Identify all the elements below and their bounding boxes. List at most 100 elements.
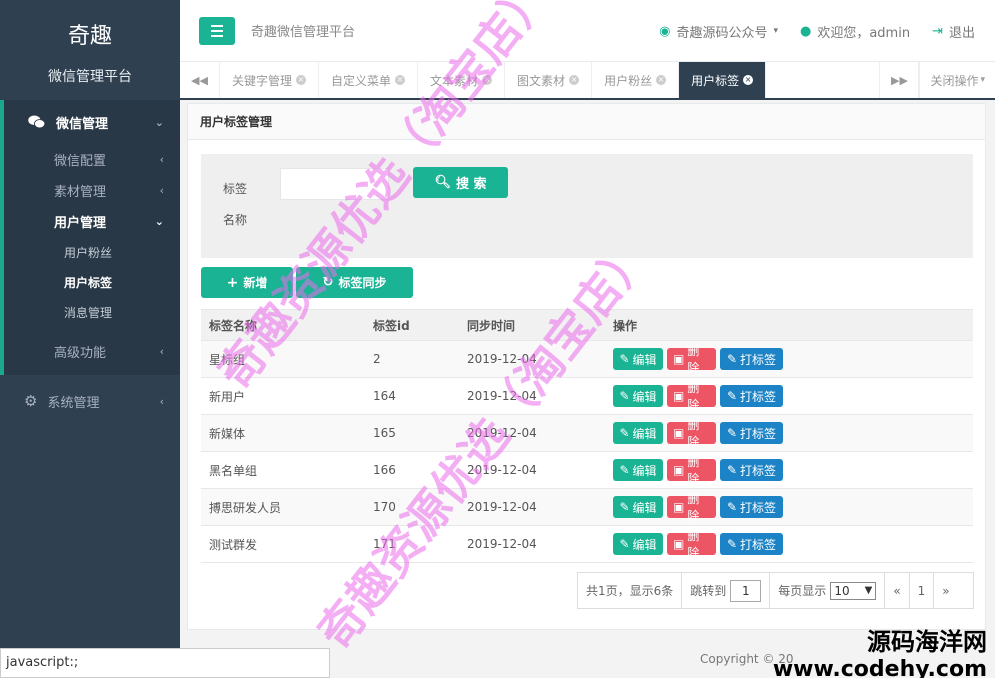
tag-user-button[interactable]: ✎ 打标签 bbox=[720, 422, 783, 444]
top-right-actions: ◉ 奇趣源码公众号 ▾ ● 欢迎您，admin ⇥ 退出 bbox=[659, 0, 975, 62]
column-header: 操作 bbox=[605, 309, 973, 341]
column-header[interactable]: 同步时间 bbox=[459, 309, 605, 341]
delete-button[interactable]: ▣ 删除 bbox=[667, 529, 716, 560]
edit-button[interactable]: ✎ 编辑 bbox=[613, 459, 663, 481]
tab-custom-menu[interactable]: 自定义菜单 × bbox=[319, 62, 419, 98]
official-account-dropdown[interactable]: ◉ 奇趣源码公众号 ▾ bbox=[659, 22, 778, 41]
column-header[interactable]: 标签id bbox=[365, 309, 459, 341]
table-body: 星标组 2 2019-12-04 ✎ 编辑 ▣ 删除 ✎ 打标签 新用户 164 2019-12-04… bbox=[201, 340, 973, 563]
chevron-left-icon: ‹ bbox=[159, 344, 164, 358]
site-watermark-cn: 源码海洋网 bbox=[867, 628, 987, 656]
sidebar-item-wechat-config[interactable]: 微信配置 ‹ bbox=[4, 144, 180, 175]
tab-user-tags[interactable]: 用户标签 × bbox=[679, 62, 767, 98]
chevron-left-icon: ‹ bbox=[159, 153, 164, 166]
welcome-text: 欢迎您，admin bbox=[817, 25, 911, 41]
edit-button[interactable]: ✎ 编辑 bbox=[613, 348, 663, 370]
tags-table: 标签名称 标签id 同步时间 操作 星标组 2 2019-12-04 ✎ 编辑 ▣ 删除 ✎ 打… bbox=[201, 309, 973, 563]
close-icon[interactable]: × bbox=[395, 75, 406, 85]
edit-button[interactable]: ✎ 编辑 bbox=[613, 533, 663, 555]
tag-id-cell: 171 bbox=[365, 525, 459, 563]
edit-button[interactable]: ✎ 编辑 bbox=[613, 496, 663, 518]
sidebar-item-advanced[interactable]: 高级功能 ‹ bbox=[4, 327, 180, 375]
tag-icon: ✎ bbox=[726, 463, 738, 477]
tag-icon: ✎ bbox=[726, 352, 738, 366]
delete-button[interactable]: ▣ 删除 bbox=[667, 418, 716, 449]
delete-button[interactable]: ▣ 删除 bbox=[667, 455, 716, 486]
edit-button[interactable]: ✎ 编辑 bbox=[613, 422, 663, 444]
search-button-label: 搜 索 bbox=[455, 177, 487, 192]
pager-jump: 跳转到 1 bbox=[682, 573, 771, 608]
tab-user-fans[interactable]: 用户粉丝 × bbox=[592, 62, 680, 98]
search-label: 标签名称 bbox=[223, 182, 248, 227]
table-row: 搏思研发人员 170 2019-12-04 ✎ 编辑 ▣ 删除 ✎ 打标签 bbox=[201, 488, 973, 526]
user-menu[interactable]: ● 欢迎您，admin bbox=[800, 22, 910, 41]
tag-id-cell: 165 bbox=[365, 414, 459, 452]
pagination: 共1页，显示6条 跳转到 1 每页显示 10 ▼ « 1 » bbox=[577, 572, 974, 609]
add-button[interactable]: + 新增 bbox=[201, 267, 293, 298]
tag-user-button[interactable]: ✎ 打标签 bbox=[720, 533, 783, 555]
browser-status-bar: javascript:; bbox=[0, 648, 330, 678]
tag-user-button[interactable]: ✎ 打标签 bbox=[720, 496, 783, 518]
page-size-select[interactable]: 10 ▼ bbox=[830, 581, 877, 600]
tag-icon: ✎ bbox=[726, 500, 738, 514]
pager-page-size: 每页显示 10 ▼ bbox=[770, 573, 886, 608]
menu-wechat-label: 微信管理 bbox=[56, 116, 109, 132]
close-icon[interactable]: × bbox=[569, 75, 580, 85]
actions-cell: ✎ 编辑 ▣ 删除 ✎ 打标签 bbox=[605, 340, 973, 378]
tab-news-material[interactable]: 图文素材 × bbox=[505, 62, 593, 98]
tab-keywords[interactable]: 关键字管理 × bbox=[220, 62, 320, 98]
actions-cell: ✎ 编辑 ▣ 删除 ✎ 打标签 bbox=[605, 414, 973, 452]
edit-button[interactable]: ✎ 编辑 bbox=[613, 385, 663, 407]
logout-icon: ⇥ bbox=[932, 23, 943, 39]
tab-text-material[interactable]: 文本素材 × bbox=[418, 62, 506, 98]
tag-user-button[interactable]: ✎ 打标签 bbox=[720, 385, 783, 407]
sidebar-item-label: 高级功能 bbox=[54, 345, 107, 361]
page-size-label: 每页显示 bbox=[778, 584, 827, 598]
sidebar-item-material[interactable]: 素材管理 ‹ bbox=[4, 175, 180, 206]
edit-icon: ✎ bbox=[619, 426, 630, 440]
edit-icon: ✎ bbox=[619, 500, 630, 514]
table-row: 星标组 2 2019-12-04 ✎ 编辑 ▣ 删除 ✎ 打标签 bbox=[201, 340, 973, 378]
column-header[interactable]: 标签名称 bbox=[201, 309, 365, 341]
plus-icon: + bbox=[226, 274, 239, 291]
close-icon[interactable]: × bbox=[296, 75, 307, 85]
sidebar-item-user-management[interactable]: 用户管理 ⌄ bbox=[4, 206, 180, 237]
pager-prev[interactable]: « bbox=[885, 573, 910, 608]
menu-toggle-button[interactable] bbox=[199, 16, 235, 45]
sidebar-item-label: 用户标签 bbox=[64, 275, 113, 290]
trash-icon: ▣ bbox=[673, 426, 685, 440]
delete-button[interactable]: ▣ 删除 bbox=[667, 381, 716, 412]
tab-label: 文本素材 bbox=[430, 73, 479, 88]
menu-wechat-management[interactable]: 微信管理 ⌄ bbox=[4, 100, 180, 144]
sync-tags-button[interactable]: ↻ 标签同步 bbox=[296, 267, 413, 298]
tab-scroll-left-button[interactable]: ◀◀ bbox=[180, 62, 220, 98]
delete-button[interactable]: ▣ 删除 bbox=[667, 492, 716, 523]
delete-button[interactable]: ▣ 删除 bbox=[667, 344, 716, 375]
sync-time-cell: 2019-12-04 bbox=[459, 488, 605, 526]
tag-name-input[interactable] bbox=[280, 168, 389, 200]
tag-user-button[interactable]: ✎ 打标签 bbox=[720, 459, 783, 481]
close-icon[interactable]: × bbox=[743, 75, 754, 85]
close-operations-dropdown[interactable]: 关闭操作 ▾ bbox=[919, 62, 995, 98]
sidebar-item-user-tags[interactable]: 用户标签 bbox=[4, 267, 180, 297]
chevron-down-icon: ⌄ bbox=[154, 215, 164, 228]
pager-next[interactable]: » bbox=[934, 573, 957, 608]
edit-icon: ✎ bbox=[619, 352, 630, 366]
sidebar-item-system[interactable]: ⚙ 系统管理 ‹ bbox=[0, 379, 180, 423]
tab-scroll-right-button[interactable]: ▶▶ bbox=[879, 62, 920, 98]
sidebar-item-messages[interactable]: 消息管理 bbox=[4, 297, 180, 327]
trash-icon: ▣ bbox=[673, 500, 685, 514]
pager-summary: 共1页，显示6条 bbox=[578, 573, 683, 608]
logout-link[interactable]: ⇥ 退出 bbox=[932, 22, 975, 41]
double-chevron-left-icon: ◀◀ bbox=[191, 73, 208, 87]
tab-label: 关键字管理 bbox=[232, 73, 293, 88]
tab-label: 用户粉丝 bbox=[604, 73, 653, 88]
jump-page-input[interactable]: 1 bbox=[730, 579, 762, 602]
sidebar-item-user-fans[interactable]: 用户粉丝 bbox=[4, 237, 180, 267]
pager-current-page[interactable]: 1 bbox=[910, 573, 935, 608]
top-navbar: 奇趣微信管理平台 ◉ 奇趣源码公众号 ▾ ● 欢迎您，admin ⇥ 退出 bbox=[180, 0, 995, 62]
search-button[interactable]: 🔍︎ 搜 索 bbox=[413, 167, 508, 198]
close-icon[interactable]: × bbox=[482, 75, 493, 85]
close-icon[interactable]: × bbox=[656, 75, 667, 85]
tag-user-button[interactable]: ✎ 打标签 bbox=[720, 348, 783, 370]
